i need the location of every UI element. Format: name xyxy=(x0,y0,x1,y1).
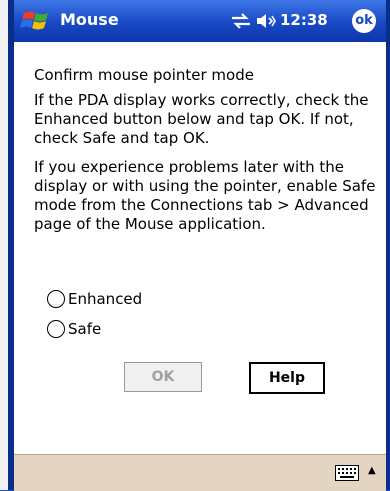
windows-start-icon[interactable] xyxy=(20,5,54,37)
volume-icon[interactable] xyxy=(255,11,277,31)
app-title: Mouse xyxy=(60,10,119,29)
safe-radio[interactable]: Safe xyxy=(47,320,101,338)
keyboard-icon[interactable] xyxy=(335,465,359,481)
ok-button[interactable]: OK xyxy=(124,362,202,392)
instructions-paragraph: If the PDA display works correctly, chec… xyxy=(34,91,369,147)
radio-circle-icon[interactable] xyxy=(47,290,65,308)
troubleshooting-paragraph: If you experience problems later with th… xyxy=(34,158,376,233)
pda-screen: Mouse 12:38 ok Confirm mouse pointer mod… xyxy=(14,0,386,491)
clock[interactable]: 12:38 xyxy=(280,11,328,29)
dialog-content: Confirm mouse pointer mode If the PDA di… xyxy=(14,42,386,454)
connectivity-icon[interactable] xyxy=(230,12,252,30)
title-bar: Mouse 12:38 ok xyxy=(14,0,386,42)
background-window-edge xyxy=(0,0,8,490)
input-panel-arrow-icon[interactable]: ▲ xyxy=(368,465,376,476)
enhanced-radio-label[interactable]: Enhanced xyxy=(68,290,142,308)
enhanced-radio[interactable]: Enhanced xyxy=(47,290,142,308)
menu-bar: ▲ xyxy=(14,454,386,491)
safe-radio-label[interactable]: Safe xyxy=(68,320,101,338)
help-button[interactable]: Help xyxy=(249,362,325,394)
dialog-heading: Confirm mouse pointer mode xyxy=(34,66,254,84)
titlebar-ok-button[interactable]: ok xyxy=(352,9,376,33)
radio-circle-icon[interactable] xyxy=(47,320,65,338)
device-frame-right xyxy=(386,0,390,490)
